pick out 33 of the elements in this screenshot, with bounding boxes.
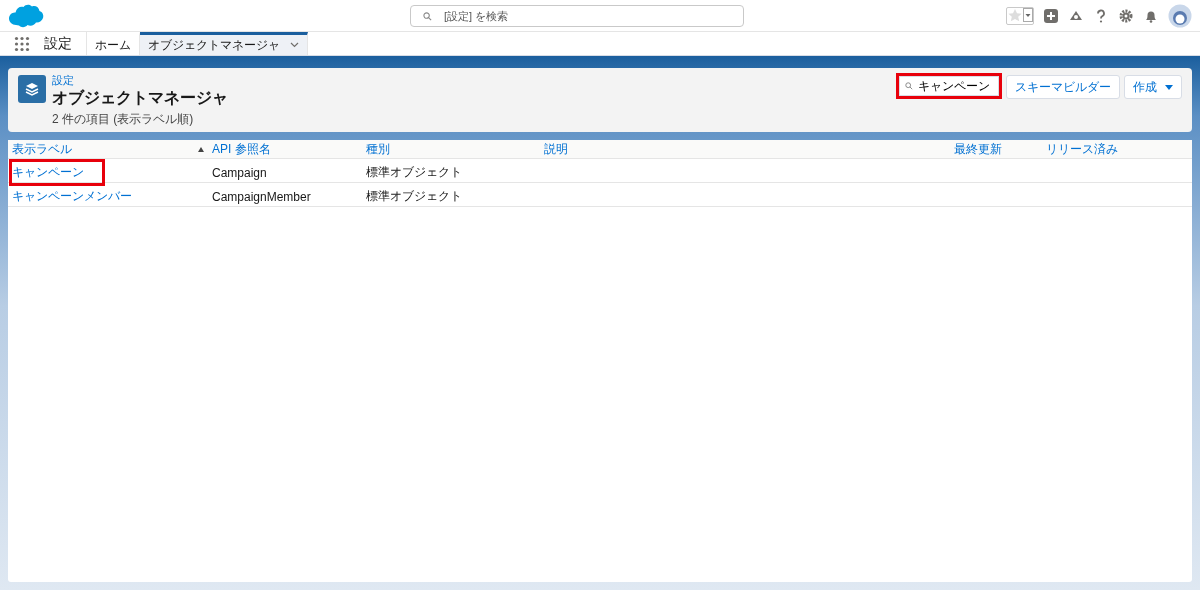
add-icon[interactable] <box>1043 7 1059 24</box>
search-field[interactable]: [設定] を検索 <box>410 4 744 27</box>
column-header[interactable]: 説明 <box>540 140 950 158</box>
object-search-field[interactable]: キャンペーン <box>899 76 999 96</box>
table-cell-text: CampaignMember <box>211 189 312 204</box>
app-launcher-icon[interactable] <box>14 36 30 52</box>
nav-tab[interactable]: オブジェクトマネージャ <box>140 32 308 55</box>
column-header[interactable]: API 参照名 <box>208 140 362 158</box>
settings-icon[interactable] <box>1118 7 1134 24</box>
caret-icon <box>1023 7 1033 22</box>
sort-ascending-icon <box>198 146 204 152</box>
column-header[interactable]: 表示ラベル <box>8 140 208 158</box>
table-cell-text: Campaign <box>211 165 268 180</box>
object-link[interactable]: キャンペーンメンバー <box>12 188 132 205</box>
avatar-icon[interactable] <box>1168 3 1192 28</box>
column-header[interactable]: リリース済み <box>1042 140 1192 158</box>
caret-icon <box>1165 84 1173 90</box>
search-icon <box>423 11 432 21</box>
star-icon <box>1007 7 1023 22</box>
object-link[interactable]: キャンペーン <box>12 164 84 181</box>
table-cell-text: 標準オブジェクト <box>365 164 463 181</box>
schema-builder-button[interactable]: スキーマビルダー <box>1006 75 1120 99</box>
item-count: 2 件の項目 (表示ラベル順) <box>52 111 195 128</box>
page-title: オブジェクトマネージャ <box>52 88 228 108</box>
column-header[interactable]: 種別 <box>362 140 540 158</box>
chevron-down-icon[interactable] <box>290 42 299 48</box>
create-menu-button[interactable]: 作成 <box>1124 75 1182 99</box>
layers-icon <box>18 75 46 103</box>
search-icon <box>905 82 913 90</box>
column-header[interactable]: 最終更新 <box>950 140 1042 158</box>
cloud-logo[interactable] <box>8 2 44 29</box>
table-cell-text: 標準オブジェクト <box>365 188 463 205</box>
breadcrumb-link[interactable]: 設定 <box>52 73 228 88</box>
